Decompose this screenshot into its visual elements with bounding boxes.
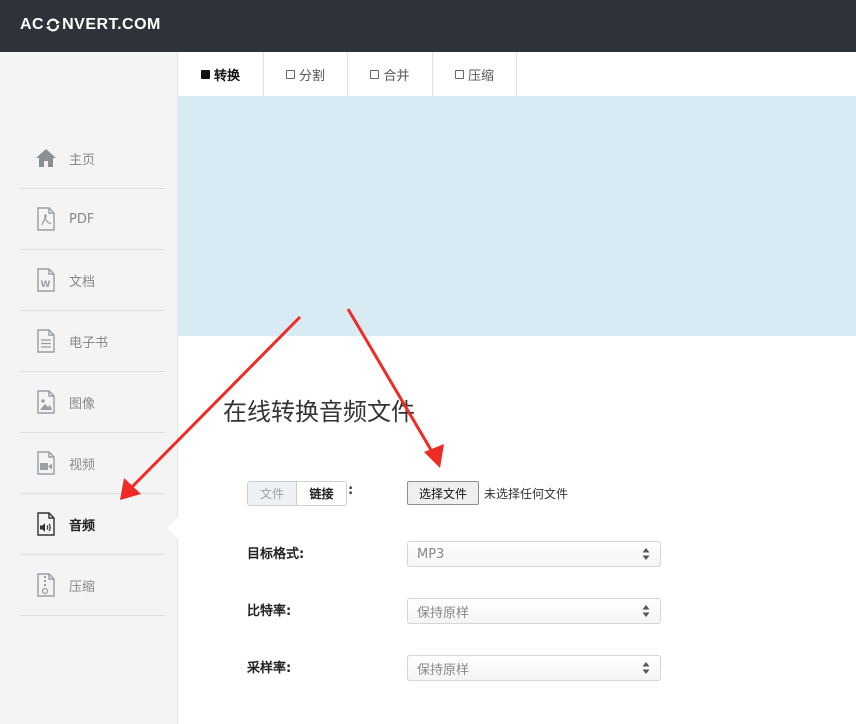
- sample-rate-select[interactable]: 保持原样: [407, 655, 661, 681]
- sidebar-item-audio[interactable]: 音频: [20, 494, 165, 555]
- sidebar-item-home[interactable]: 主页: [20, 128, 165, 189]
- select-caret-icon: [642, 604, 650, 618]
- sidebar-item-video[interactable]: 视频: [20, 433, 165, 494]
- tab-label: 分割: [298, 68, 325, 84]
- top-bar: AC NVERT.COM: [0, 0, 856, 52]
- logo-text-left: AC: [20, 16, 45, 33]
- file-status-text: 未选择任何文件: [484, 487, 569, 501]
- sidebar-nav: 主页 PDF W 文档 电子书 图像 视频 音频 压缩: [20, 128, 165, 616]
- checkbox-icon: [200, 69, 210, 79]
- sidebar-item-label: 电子书: [69, 335, 109, 351]
- archive-file-icon: [33, 572, 59, 598]
- audio-file-icon: [33, 511, 59, 537]
- tab-convert[interactable]: 转换: [178, 52, 264, 96]
- source-file-button[interactable]: 文件: [248, 482, 297, 505]
- sidebar-item-pdf[interactable]: PDF: [20, 189, 165, 250]
- sidebar-item-label: 视频: [69, 457, 96, 473]
- checkbox-icon: [285, 69, 295, 79]
- sidebar-item-label: 压缩: [69, 579, 96, 595]
- select-value: 保持原样: [417, 662, 470, 678]
- site-logo[interactable]: AC NVERT.COM: [20, 16, 161, 34]
- source-toggle: 文件 链接: [247, 481, 347, 506]
- ad-banner-area: [178, 96, 856, 336]
- word-file-icon: W: [33, 267, 59, 293]
- bitrate-label: 比特率:: [247, 604, 292, 619]
- logo-text-right: NVERT.COM: [62, 16, 161, 33]
- svg-text:W: W: [41, 280, 51, 290]
- target-format-label: 目标格式:: [247, 547, 305, 562]
- sidebar-item-archive[interactable]: 压缩: [20, 555, 165, 616]
- sidebar-item-label: 图像: [69, 396, 96, 412]
- select-value: MP3: [417, 546, 445, 562]
- ebook-file-icon: [33, 328, 59, 354]
- active-item-pointer: [168, 517, 178, 539]
- sidebar-item-ebook[interactable]: 电子书: [20, 311, 165, 372]
- tab-compress[interactable]: 压缩: [433, 52, 517, 96]
- tab-merge[interactable]: 合并: [348, 52, 433, 96]
- select-value: 保持原样: [417, 605, 470, 621]
- sidebar-item-label: PDF: [69, 211, 95, 227]
- home-icon: [33, 145, 59, 171]
- sample-rate-label: 采样率:: [247, 661, 292, 676]
- pdf-file-icon: [33, 206, 59, 232]
- source-link-button[interactable]: 链接: [297, 482, 346, 505]
- select-caret-icon: [642, 661, 650, 675]
- sidebar-item-image[interactable]: 图像: [20, 372, 165, 433]
- checkbox-icon: [370, 69, 380, 79]
- tab-split[interactable]: 分割: [264, 52, 348, 96]
- bitrate-select[interactable]: 保持原样: [407, 598, 661, 624]
- tool-tabs: 转换 分割 合并 压缩: [178, 52, 517, 96]
- page-title: 在线转换音频文件: [223, 398, 415, 426]
- source-colon: :: [348, 483, 354, 498]
- logo-refresh-icon: [45, 17, 61, 33]
- choose-file-button[interactable]: 选择文件: [407, 481, 479, 505]
- target-format-select[interactable]: MP3: [407, 541, 661, 567]
- sidebar-item-label: 文档: [69, 274, 96, 290]
- video-file-icon: [33, 450, 59, 476]
- image-file-icon: [33, 389, 59, 415]
- checkbox-icon: [454, 69, 464, 79]
- sidebar-item-label: 主页: [69, 152, 96, 168]
- sidebar-item-document[interactable]: W 文档: [20, 250, 165, 311]
- tab-label: 压缩: [467, 68, 494, 84]
- select-caret-icon: [642, 547, 650, 561]
- sidebar-item-label: 音频: [69, 518, 96, 534]
- tab-label: 转换: [213, 68, 240, 84]
- sidebar: 主页 PDF W 文档 电子书 图像 视频 音频 压缩: [0, 52, 178, 724]
- tab-label: 合并: [383, 68, 410, 84]
